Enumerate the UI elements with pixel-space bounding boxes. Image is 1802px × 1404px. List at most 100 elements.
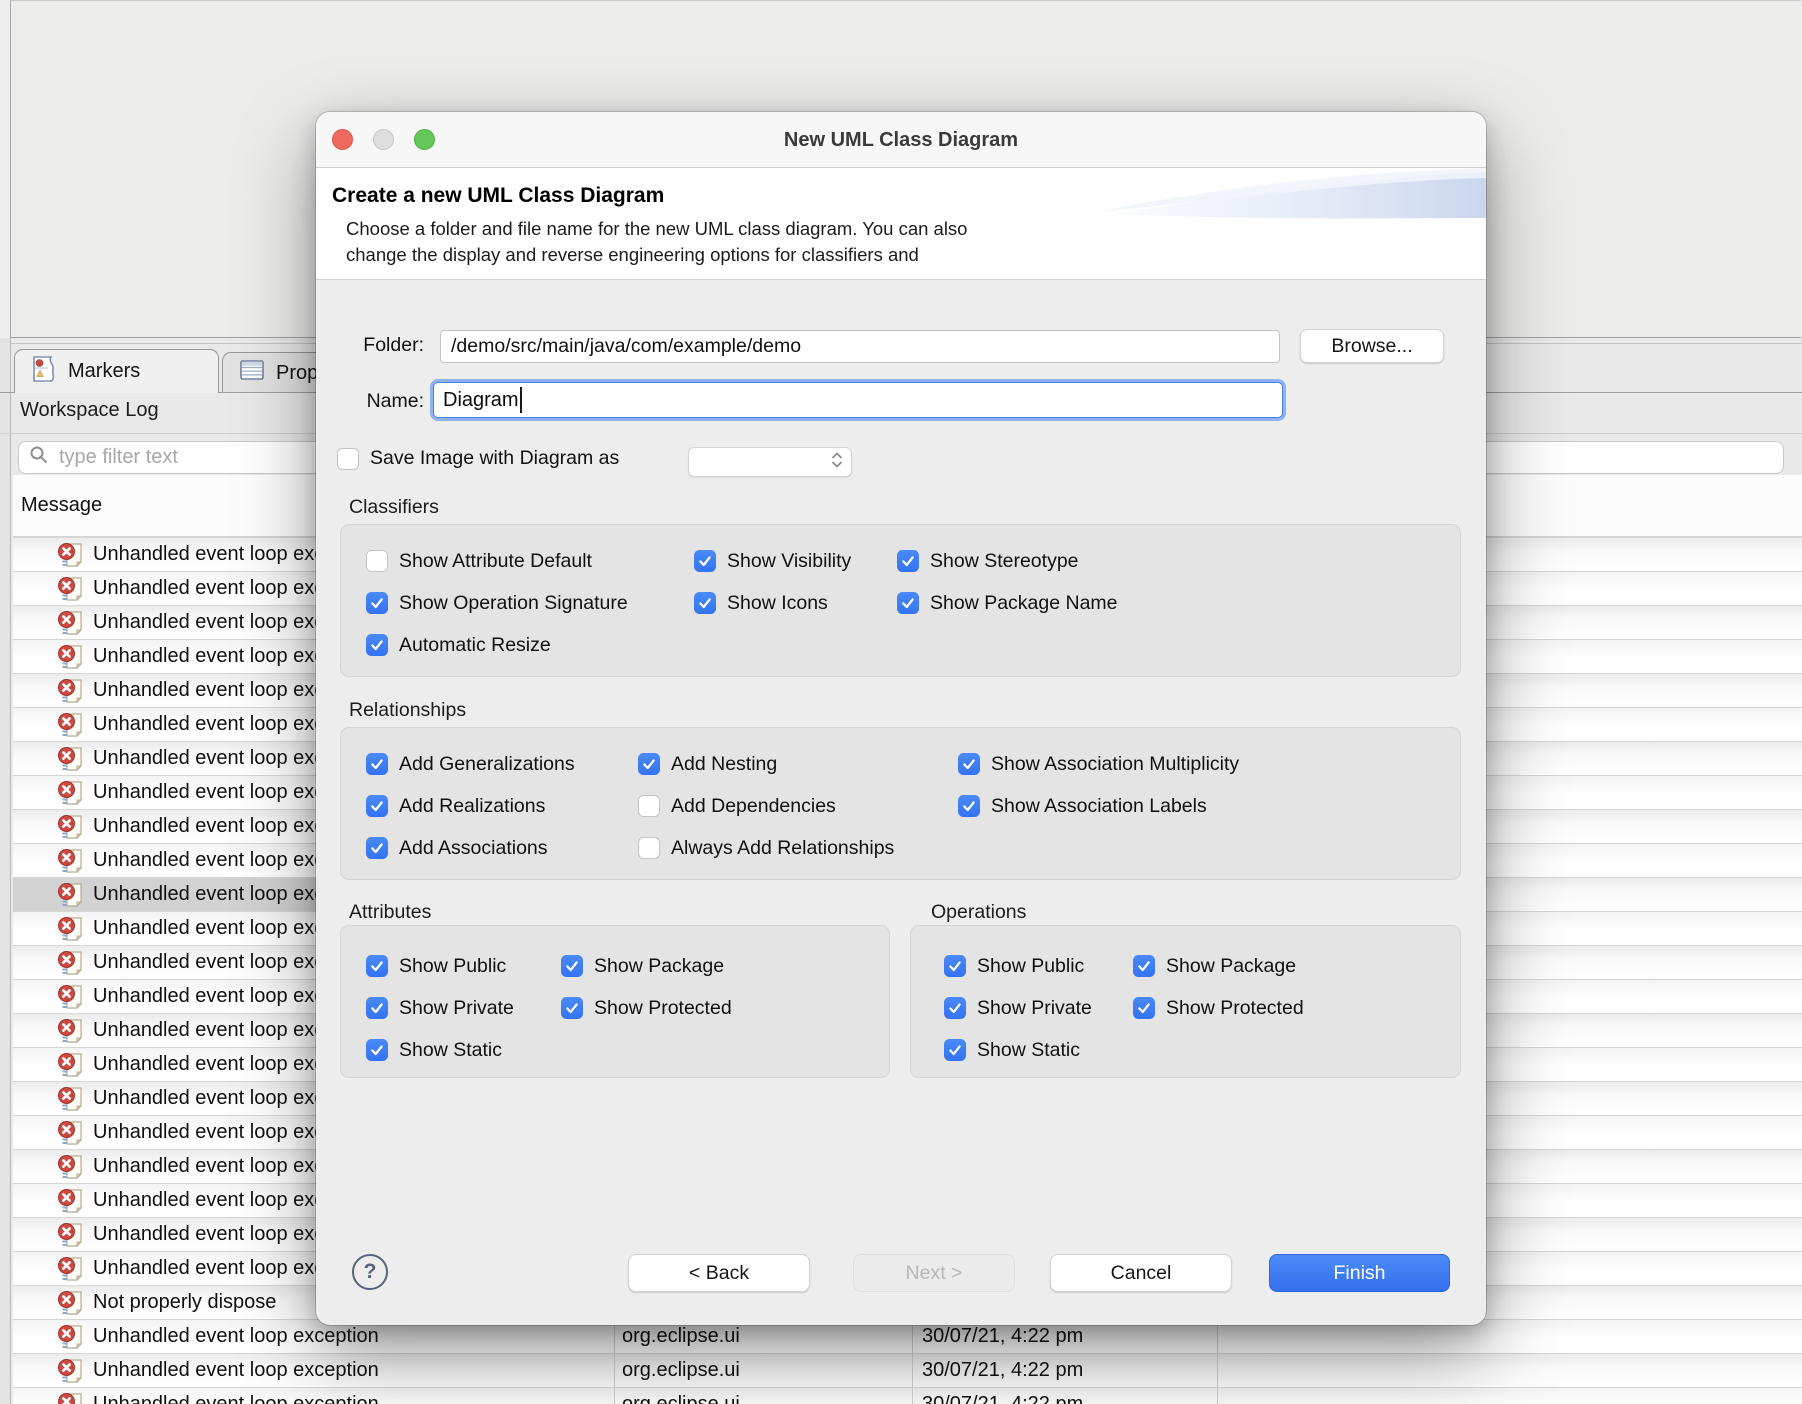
checkbox-label: Show Association Multiplicity xyxy=(991,752,1240,775)
checkbox-item[interactable]: Show Association Multiplicity xyxy=(958,753,1460,776)
section-title-classifiers: Classifiers xyxy=(349,496,439,518)
checkbox[interactable] xyxy=(366,550,388,572)
save-image-checkbox[interactable] xyxy=(337,447,359,470)
error-icon xyxy=(57,881,85,909)
checkbox-label: Show Operation Signature xyxy=(399,591,628,614)
checkbox-label: Add Dependencies xyxy=(671,794,836,817)
checkbox-item[interactable]: Show Operation Signature xyxy=(366,592,694,615)
checkbox[interactable] xyxy=(958,753,980,775)
checkbox[interactable] xyxy=(366,634,388,656)
checkbox-label: Add Generalizations xyxy=(399,752,575,775)
checkbox-label: Show Public xyxy=(977,954,1085,977)
checkbox-label: Show Stereotype xyxy=(930,549,1079,572)
checkbox-item[interactable]: Show Visibility xyxy=(694,550,897,573)
checkbox[interactable] xyxy=(944,955,966,977)
text-caret xyxy=(519,387,522,413)
checkbox-item[interactable]: Show Association Labels xyxy=(958,795,1460,818)
checkbox-item[interactable]: Add Realizations xyxy=(366,795,638,818)
error-icon xyxy=(57,1221,85,1249)
tab-markers[interactable]: Markers xyxy=(14,349,219,393)
checkbox[interactable] xyxy=(638,837,660,859)
new-uml-class-diagram-dialog: New UML Class Diagram Create a new UML C… xyxy=(316,112,1486,1325)
folder-input[interactable] xyxy=(440,330,1280,363)
checkbox-label: Show Icons xyxy=(727,591,828,614)
error-icon xyxy=(57,1153,85,1181)
error-icon xyxy=(57,1323,85,1351)
checkbox-item[interactable]: Show Stereotype xyxy=(897,550,1460,573)
error-icon xyxy=(57,915,85,943)
checkbox-item[interactable]: Show Protected xyxy=(561,997,889,1020)
checkbox-label: Automatic Resize xyxy=(399,633,551,656)
panel-left-border xyxy=(10,338,11,1404)
screen: Markers Properties Workspace Log Message xyxy=(0,0,1802,1404)
checkbox[interactable] xyxy=(366,753,388,775)
checkbox[interactable] xyxy=(638,795,660,817)
section-operations: Show Public Show Package Show Private Sh… xyxy=(910,925,1461,1078)
name-input[interactable]: Diagram xyxy=(430,379,1286,421)
checkbox-label: Show Package xyxy=(1166,954,1297,977)
browse-button[interactable]: Browse... xyxy=(1300,329,1444,363)
checkbox-item[interactable]: Add Nesting xyxy=(638,753,958,776)
checkbox-label: Show Visibility xyxy=(727,549,852,572)
column-header-label: Message xyxy=(21,494,103,516)
checkbox-item[interactable]: Automatic Resize xyxy=(366,634,694,657)
checkbox-item[interactable]: Show Public xyxy=(944,955,1133,978)
back-button[interactable]: < Back xyxy=(628,1254,810,1292)
checkbox[interactable] xyxy=(1133,997,1155,1019)
checkbox[interactable] xyxy=(366,997,388,1019)
checkbox[interactable] xyxy=(366,837,388,859)
error-icon xyxy=(57,643,85,671)
checkbox[interactable] xyxy=(366,1039,388,1061)
help-button[interactable]: ? xyxy=(352,1254,388,1290)
next-button[interactable]: Next > xyxy=(853,1254,1015,1292)
search-icon xyxy=(29,445,49,470)
checkbox[interactable] xyxy=(694,550,716,572)
checkbox[interactable] xyxy=(897,550,919,572)
checkbox[interactable] xyxy=(1133,955,1155,977)
dialog-description-line1: Choose a folder and file name for the ne… xyxy=(346,218,968,239)
error-icon xyxy=(57,983,85,1011)
name-label: Name: xyxy=(366,390,424,412)
row-message: Unhandled event loop exception xyxy=(93,1359,379,1381)
checkbox[interactable] xyxy=(561,997,583,1019)
checkbox-label: Show Public xyxy=(399,954,507,977)
checkbox[interactable] xyxy=(638,753,660,775)
checkbox-item[interactable]: Show Icons xyxy=(694,592,897,615)
image-format-dropdown[interactable] xyxy=(688,447,852,477)
checkbox[interactable] xyxy=(944,997,966,1019)
table-row[interactable]: Unhandled event loop exception org.eclip… xyxy=(13,1353,1802,1387)
checkbox-item[interactable]: Show Public xyxy=(366,955,561,978)
error-icon xyxy=(57,847,85,875)
finish-button[interactable]: Finish xyxy=(1269,1254,1450,1292)
checkbox-item[interactable]: Show Package xyxy=(561,955,889,978)
checkbox[interactable] xyxy=(958,795,980,817)
error-icon xyxy=(57,609,85,637)
checkbox-item[interactable]: Show Private xyxy=(366,997,561,1020)
checkbox[interactable] xyxy=(897,592,919,614)
dialog-heading: Create a new UML Class Diagram xyxy=(332,184,665,207)
table-row[interactable]: Unhandled event loop exception org.eclip… xyxy=(13,1387,1802,1404)
checkbox-item[interactable]: Show Static xyxy=(366,1039,561,1062)
checkbox-item[interactable]: Add Dependencies xyxy=(638,795,958,818)
checkbox-item[interactable]: Show Attribute Default xyxy=(366,550,694,573)
checkbox-label: Show Private xyxy=(977,996,1092,1019)
error-icon xyxy=(57,575,85,603)
checkbox-item[interactable]: Add Generalizations xyxy=(366,753,638,776)
cancel-button[interactable]: Cancel xyxy=(1050,1254,1232,1292)
checkbox-item[interactable]: Add Associations xyxy=(366,837,638,860)
save-image-checkbox-item[interactable]: Save Image with Diagram as xyxy=(337,447,619,470)
checkbox-item[interactable]: Always Add Relationships xyxy=(638,837,958,860)
checkbox-item[interactable]: Show Private xyxy=(944,997,1133,1020)
checkbox-item[interactable]: Show Static xyxy=(944,1039,1133,1062)
checkbox[interactable] xyxy=(694,592,716,614)
panel-left-strip xyxy=(0,338,10,1404)
error-icon xyxy=(57,711,85,739)
checkbox[interactable] xyxy=(366,592,388,614)
checkbox-item[interactable]: Show Protected xyxy=(1133,997,1460,1020)
checkbox-item[interactable]: Show Package xyxy=(1133,955,1460,978)
checkbox[interactable] xyxy=(944,1039,966,1061)
checkbox[interactable] xyxy=(366,795,388,817)
checkbox[interactable] xyxy=(366,955,388,977)
checkbox-item[interactable]: Show Package Name xyxy=(897,592,1460,615)
checkbox[interactable] xyxy=(561,955,583,977)
